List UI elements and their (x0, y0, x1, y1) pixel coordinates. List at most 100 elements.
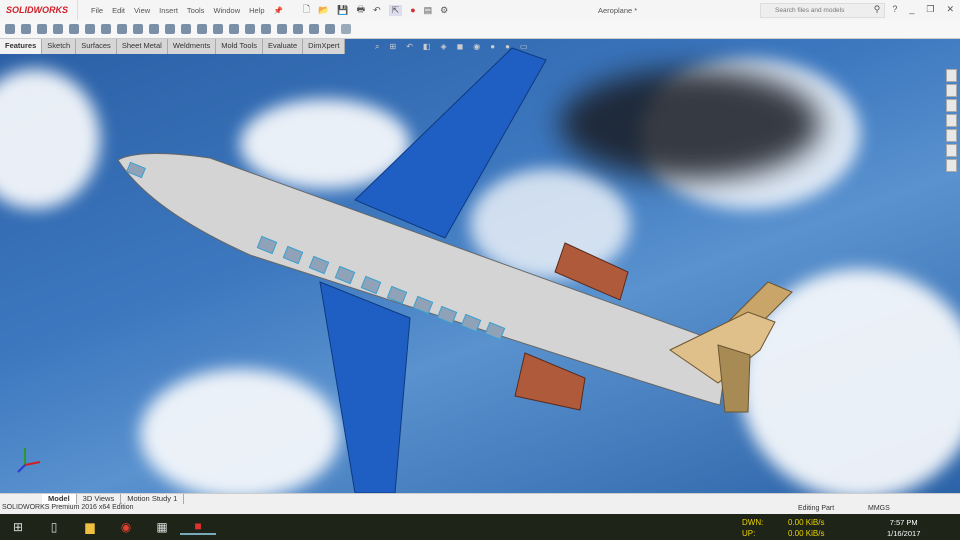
solidworks-forum-icon[interactable] (946, 159, 957, 172)
fillet-icon[interactable] (181, 24, 191, 34)
bottom-tabs: Model 3D Views Motion Study 1 (0, 493, 960, 504)
search-icon[interactable]: ⚲ (874, 4, 881, 15)
vertical-stabilizer (717, 344, 751, 413)
menu-window[interactable]: Window (213, 6, 240, 15)
print-icon[interactable]: 🖶 (357, 2, 366, 18)
tab-3d-views[interactable]: 3D Views (77, 494, 122, 504)
swept-cut-icon[interactable] (133, 24, 143, 34)
tab-dimxpert[interactable]: DimXpert (303, 39, 346, 54)
help-icon[interactable]: ? (892, 4, 897, 15)
tab-sheet-metal[interactable]: Sheet Metal (117, 39, 168, 54)
status-bar: SOLIDWORKS Premium 2016 x64 Edition Edit… (0, 504, 960, 514)
restore-button[interactable]: ❐ (926, 4, 934, 15)
network-values: 0.00 KiB/s 0.00 KiB/s (788, 517, 824, 539)
extruded-cut-icon[interactable] (85, 24, 95, 34)
instant3d-icon[interactable] (341, 24, 351, 34)
close-button[interactable]: ✕ (946, 4, 954, 15)
rebuild-icon[interactable]: ● (410, 5, 415, 15)
view-palette-icon[interactable] (946, 114, 957, 127)
upload-label: UP: (742, 529, 756, 538)
tab-motion-study[interactable]: Motion Study 1 (121, 494, 185, 504)
appearances-icon[interactable] (946, 129, 957, 142)
custom-properties-icon[interactable] (946, 144, 957, 157)
zoom-to-fit-icon[interactable]: ⌕ (375, 42, 379, 52)
lofted-boss-icon[interactable] (53, 24, 63, 34)
task-view-icon[interactable]: ▯ (36, 520, 72, 534)
network-labels: DWN: UP: (742, 517, 763, 539)
search-input[interactable]: Search files and models (760, 3, 885, 18)
lofted-cut-icon[interactable] (149, 24, 159, 34)
editing-status: Editing Part (798, 505, 835, 512)
window-controls: ⚲ ? _ ❐ ✕ (874, 4, 954, 15)
heads-up-view-toolbar: ⌕ ⊞ ↶ ◧ ◈ ◼ ◉ ● ● ▭ (375, 42, 527, 52)
download-speed: 0.00 KiB/s (788, 518, 825, 527)
command-manager-toolbar (0, 20, 960, 39)
menu-insert[interactable]: Insert (159, 6, 178, 15)
revolved-cut-icon[interactable] (117, 24, 127, 34)
linear-pattern-icon[interactable] (197, 24, 207, 34)
hide-show-icon[interactable]: ◉ (473, 42, 480, 52)
select-icon[interactable]: ⇱ (388, 4, 403, 16)
clock-time: 7:57 PM (889, 518, 918, 527)
tab-model[interactable]: Model (42, 494, 77, 504)
triad-icon (17, 448, 41, 473)
menu-edit[interactable]: Edit (112, 6, 125, 15)
graphics-area[interactable]: ⌕ ⊞ ↶ ◧ ◈ ◼ ◉ ● ● ▭ (0, 39, 960, 493)
display-style-icon[interactable]: ◼ (457, 42, 464, 52)
file-properties-icon[interactable]: ▤ (424, 5, 433, 16)
quick-access-toolbar: 🗋 📂 💾 🖶 ↶ ⇱ ● ▤ ⚙ (303, 2, 448, 18)
section-view-icon[interactable]: ◧ (423, 42, 431, 52)
swept-boss-icon[interactable] (37, 24, 47, 34)
menu-tools[interactable]: Tools (187, 6, 205, 15)
tab-surfaces[interactable]: Surfaces (76, 39, 117, 54)
revolved-boss-icon[interactable] (21, 24, 31, 34)
tab-features[interactable]: Features (0, 39, 43, 54)
edit-appearance-icon[interactable]: ● (490, 42, 495, 52)
aeroplane-model[interactable] (0, 39, 960, 493)
minimize-button[interactable]: _ (909, 4, 914, 15)
reference-geometry-icon[interactable] (309, 24, 319, 34)
draft-icon[interactable] (229, 24, 239, 34)
open-icon[interactable]: 📂 (318, 5, 329, 16)
units-selector[interactable]: MMGS (868, 505, 890, 512)
chrome-icon[interactable]: ◉ (108, 520, 144, 534)
boundary-boss-icon[interactable] (69, 24, 79, 34)
save-icon[interactable]: 💾 (337, 5, 348, 16)
rib-icon[interactable] (213, 24, 223, 34)
view-orientation-icon[interactable]: ◈ (440, 42, 446, 52)
tab-sketch[interactable]: Sketch (42, 39, 77, 54)
menu-view[interactable]: View (134, 6, 150, 15)
apply-scene-icon[interactable]: ● (505, 42, 510, 52)
new-icon[interactable]: 🗋 (303, 2, 310, 18)
shell-icon[interactable] (245, 24, 255, 34)
curves-icon[interactable] (325, 24, 335, 34)
calculator-icon[interactable]: ▦ (144, 520, 180, 534)
options-icon[interactable]: ⚙ (440, 5, 448, 16)
solidworks-taskbar-icon[interactable]: ■ (180, 519, 216, 535)
solidworks-logo[interactable]: SOLIDWORKS (0, 0, 78, 20)
system-clock[interactable]: 7:57 PM 1/16/2017 (887, 517, 920, 539)
pin-icon[interactable]: 📌 (274, 6, 283, 15)
design-library-icon[interactable] (946, 84, 957, 97)
resources-icon[interactable] (946, 69, 957, 82)
menu-help[interactable]: Help (249, 6, 264, 15)
hole-wizard-icon[interactable] (101, 24, 111, 34)
mirror-icon[interactable] (293, 24, 303, 34)
file-explorer-taskbar-icon[interactable]: ▆ (72, 520, 108, 534)
undo-icon[interactable]: ↶ (373, 5, 381, 16)
file-explorer-icon[interactable] (946, 99, 957, 112)
boundary-cut-icon[interactable] (165, 24, 175, 34)
extruded-boss-icon[interactable] (5, 24, 15, 34)
intersect-icon[interactable] (277, 24, 287, 34)
menu-file[interactable]: File (91, 6, 103, 15)
start-icon[interactable]: ⊞ (0, 520, 36, 534)
zoom-area-icon[interactable]: ⊞ (389, 42, 396, 52)
upload-speed: 0.00 KiB/s (788, 529, 825, 538)
view-settings-icon[interactable]: ▭ (520, 42, 528, 52)
document-title: Aeroplane * (598, 6, 638, 15)
tab-evaluate[interactable]: Evaluate (263, 39, 304, 54)
tab-mold-tools[interactable]: Mold Tools (216, 39, 263, 54)
tab-weldments[interactable]: Weldments (168, 39, 217, 54)
wrap-icon[interactable] (261, 24, 271, 34)
previous-view-icon[interactable]: ↶ (406, 42, 413, 52)
